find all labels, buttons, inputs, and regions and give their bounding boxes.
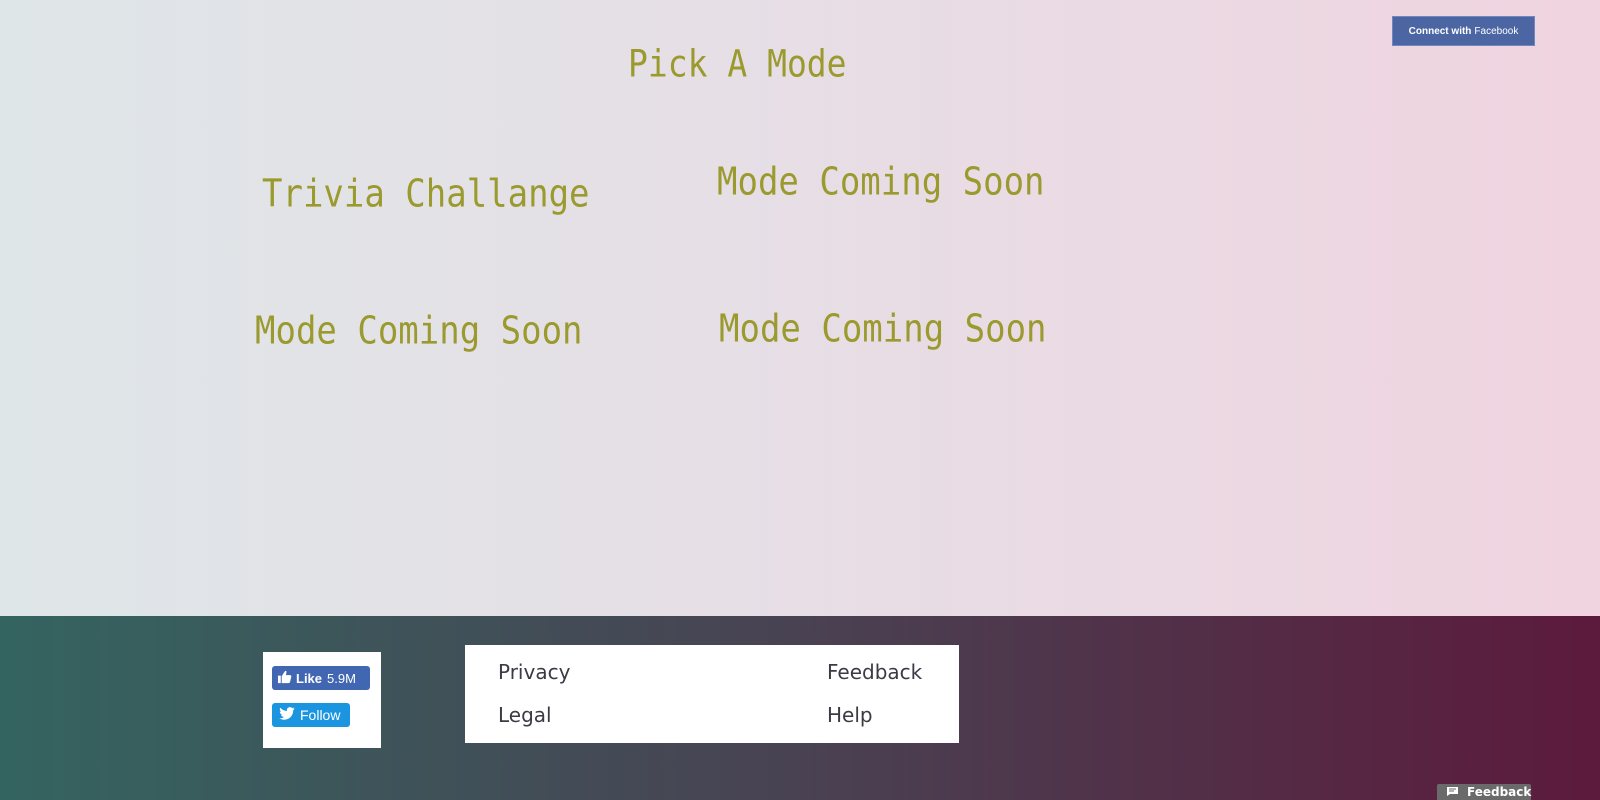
like-label: Like <box>296 670 323 686</box>
connect-facebook-button[interactable]: Connect with Facebook <box>1392 16 1535 46</box>
privacy-link[interactable]: Privacy <box>498 660 570 684</box>
connect-label: Connect with <box>1408 25 1472 37</box>
footer-links-box: Privacy Feedback Legal Help <box>465 645 959 743</box>
like-count: 5.9M <box>327 670 356 686</box>
mode-coming-soon: Mode Coming Soon <box>717 160 1045 205</box>
feedback-tab-label: Feedback <box>1467 785 1532 799</box>
mode-coming-soon: Mode Coming Soon <box>719 307 1047 352</box>
twitter-follow-button[interactable]: Follow <box>272 703 350 727</box>
facebook-like-button[interactable]: Like 5.9M <box>272 666 370 690</box>
mode-coming-soon: Mode Coming Soon <box>255 309 583 354</box>
feedback-tab-button[interactable]: Feedback <box>1437 784 1531 800</box>
mode-trivia-challenge[interactable]: Trivia Challange <box>262 172 590 217</box>
message-icon <box>1447 785 1458 799</box>
facebook-label: Facebook <box>1474 25 1519 37</box>
thumbs-up-icon <box>277 670 292 687</box>
page-title: Pick A Mode <box>628 42 847 86</box>
help-link[interactable]: Help <box>827 703 873 727</box>
feedback-link[interactable]: Feedback <box>827 660 922 684</box>
legal-link[interactable]: Legal <box>498 703 552 727</box>
social-widget-box: Like 5.9M Follow <box>263 652 381 748</box>
follow-label: Follow <box>300 707 341 723</box>
twitter-bird-icon <box>279 707 295 723</box>
